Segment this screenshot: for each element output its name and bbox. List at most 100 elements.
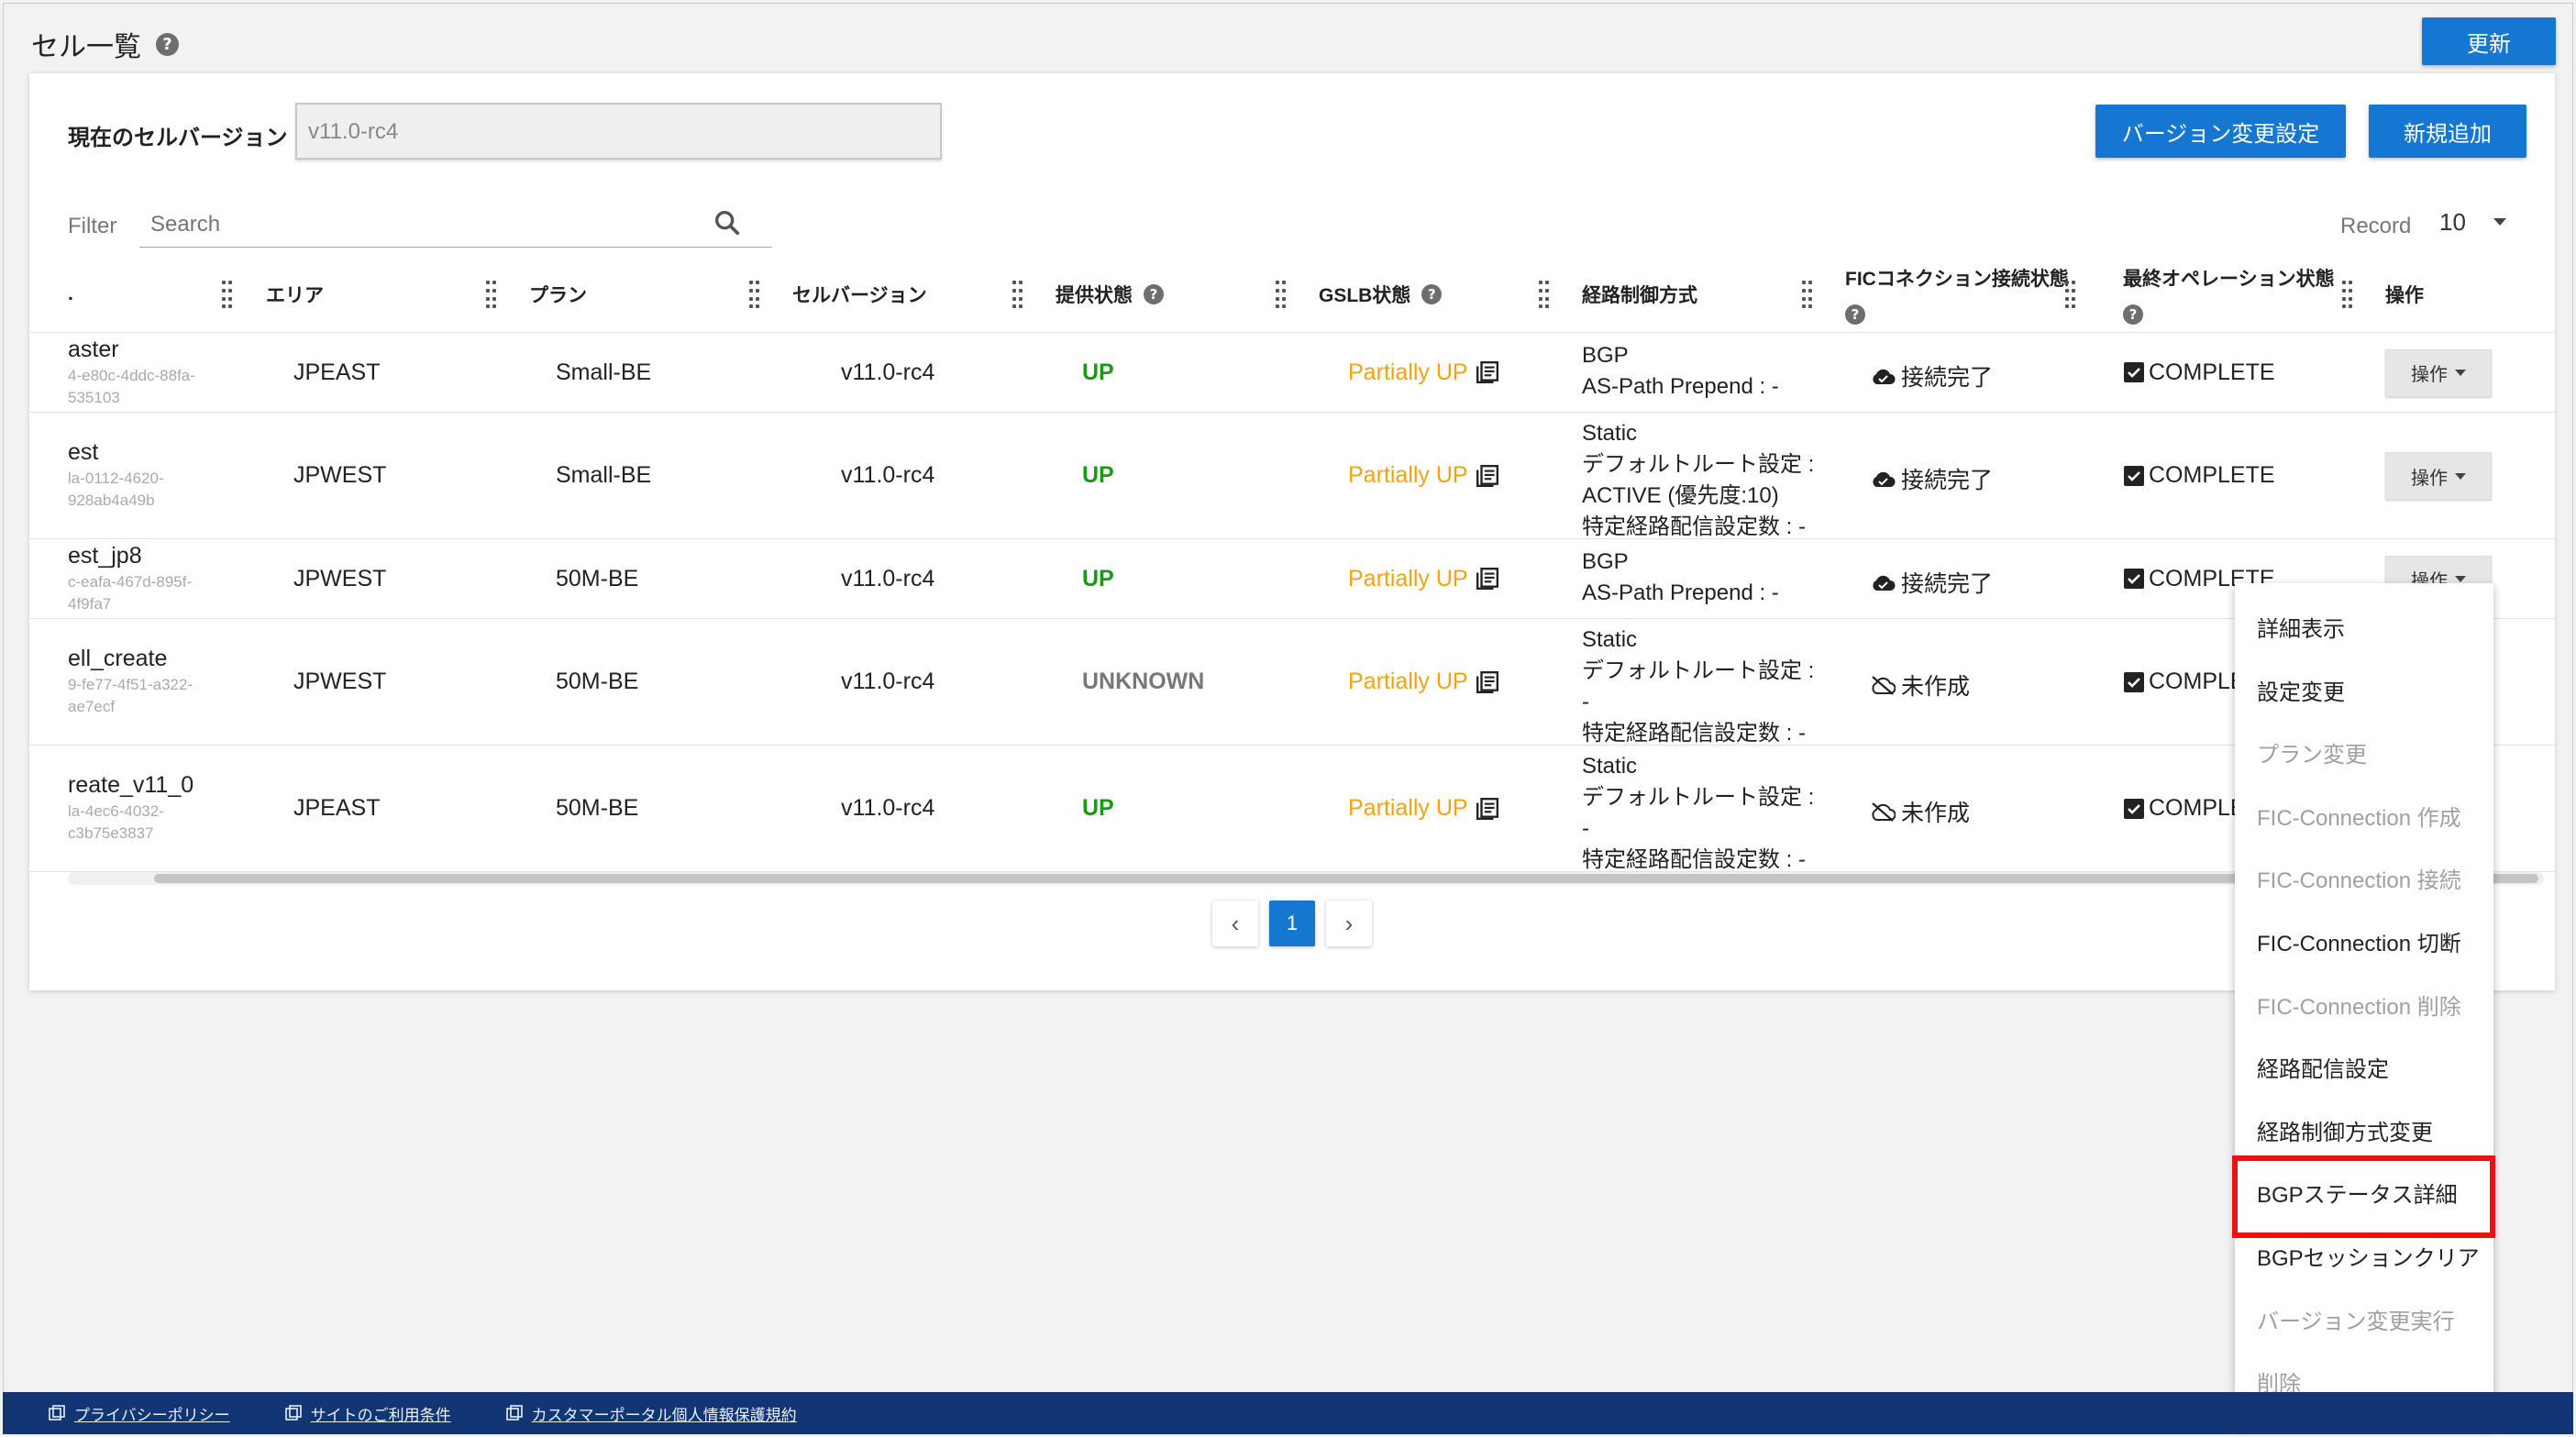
cell-version: v11.0-rc4 [841, 565, 935, 591]
cell-id-line: c3b75e3837 [68, 824, 154, 842]
column-resize-handle[interactable] [2342, 281, 2355, 308]
cell-id-line: la-4ec6-4032- [68, 802, 164, 820]
copy-list-icon[interactable] [1476, 360, 1499, 384]
cell-gslb[interactable]: Partially UP [1348, 795, 1499, 822]
column-resize-handle[interactable] [1802, 281, 1815, 308]
cell-version: v11.0-rc4 [841, 462, 935, 488]
column-resize-handle[interactable] [1276, 281, 1288, 308]
current-version-label: 現在のセルバージョン [68, 126, 288, 150]
cell-route-line: - [1582, 690, 1589, 714]
cloud-off-icon [1872, 802, 1896, 822]
cell-status: UNKNOWN [1082, 669, 1205, 694]
cell-name[interactable]: aster [68, 337, 119, 363]
col-header-version[interactable]: セルバージョン [792, 255, 927, 333]
col-header-fic[interactable]: FICコネクション接続状態? [1845, 255, 2069, 333]
footer-link-privacy[interactable]: プライバシーポリシー [49, 1402, 230, 1425]
operation-button[interactable]: 操作 [2385, 452, 2492, 500]
checkbox-checked-icon [2124, 671, 2144, 692]
footer-link-personal-info[interactable]: カスタマーポータル個人情報保護規約 [505, 1402, 797, 1425]
cell-route-line: Static [1582, 754, 1638, 779]
cell-name[interactable]: ell_create [68, 646, 167, 672]
menu-item[interactable]: 経路配信設定 [2257, 1051, 2389, 1083]
cell-version: v11.0-rc4 [841, 669, 935, 694]
cell-lastop: COMPLE [2123, 795, 2246, 822]
cell-id-line: 535103 [68, 388, 120, 406]
column-resize-handle[interactable] [486, 281, 499, 308]
next-page-button[interactable]: › [1326, 901, 1372, 946]
help-icon[interactable]: ? [1845, 304, 1865, 325]
menu-item[interactable]: 詳細表示 [2257, 611, 2345, 643]
cell-route-line: BGP [1582, 548, 1629, 574]
add-new-button[interactable]: 新規追加 [2369, 105, 2526, 158]
page-title: セル一覧 [31, 32, 141, 62]
cell-id-line: 4-e80c-4ddc-88fa- [68, 366, 195, 384]
footer-link-terms[interactable]: サイトのご利用条件 [284, 1402, 451, 1425]
record-select[interactable]: 10 [2439, 202, 2522, 242]
cell-id-line: 4f9fa7 [68, 594, 112, 613]
caret-down-icon [2455, 370, 2466, 376]
cell-name[interactable]: est [68, 439, 98, 466]
col-header-status[interactable]: 提供状態? [1056, 255, 1164, 333]
search-input[interactable] [139, 202, 772, 248]
page-1-button[interactable]: 1 [1269, 901, 1315, 946]
copy-list-icon[interactable] [1476, 567, 1499, 591]
cell-gslb[interactable]: Partially UP [1348, 462, 1499, 489]
horizontal-scrollbar[interactable] [68, 872, 2544, 885]
cell-gslb[interactable]: Partially UP [1348, 566, 1499, 592]
cell-gslb[interactable]: Partially UP [1348, 669, 1499, 695]
cloud-done-icon [1873, 471, 1896, 487]
col-header-route[interactable]: 経路制御方式 [1582, 255, 1697, 333]
prev-page-button[interactable]: ‹ [1212, 901, 1258, 946]
cell-id-line: 9-fe77-4f51-a322- [68, 676, 193, 693]
cell-status: UP [1082, 359, 1114, 385]
cell-route-line: AS-Path Prepend : - [1582, 373, 1779, 399]
menu-item[interactable]: 経路制御方式変更 [2257, 1114, 2433, 1146]
caret-down-icon [2455, 472, 2466, 480]
cell-plan: Small-BE [556, 462, 652, 488]
column-resize-handle[interactable] [222, 281, 235, 308]
chevron-down-icon [2493, 218, 2506, 226]
menu-item[interactable]: FIC-Connection 切断 [2257, 925, 2461, 957]
cell-list-card: 現在のセルバージョン v11.0-rc4 バージョン変更設定 新規追加 Filt… [29, 73, 2555, 990]
refresh-button[interactable]: 更新 [2422, 17, 2556, 65]
cell-plan: 50M-BE [556, 565, 639, 591]
cell-fic: 接続完了 [1870, 462, 1993, 495]
cloud-done-icon [1873, 369, 1896, 384]
cell-id-line: 928ab4a49b [68, 492, 155, 509]
cell-area: JPWEST [293, 669, 387, 694]
cell-plan: 50M-BE [556, 795, 639, 821]
copy-list-icon[interactable] [1476, 797, 1499, 821]
version-change-settings-button[interactable]: バージョン変更設定 [2095, 105, 2346, 158]
cell-route-line: 特定経路配信設定数 : - [1582, 514, 1806, 539]
col-header-plan[interactable]: プラン [529, 255, 587, 333]
column-resize-handle[interactable] [2065, 281, 2078, 308]
operation-button[interactable]: 操作 [2385, 348, 2492, 397]
column-resize-handle[interactable] [1539, 281, 1552, 308]
cell-route-line: Static [1582, 627, 1638, 652]
checkbox-checked-icon [2124, 798, 2144, 819]
col-header-lastop[interactable]: 最終オペレーション状態? [2123, 255, 2335, 333]
cell-gslb[interactable]: Partially UP [1348, 359, 1499, 386]
cell-route-line: デフォルトルート設定 : [1582, 785, 1815, 810]
col-header-area[interactable]: エリア [266, 255, 324, 333]
filter-label: Filter [68, 214, 117, 238]
help-icon[interactable]: ? [1144, 283, 1164, 304]
copy-list-icon[interactable] [1476, 670, 1499, 694]
column-resize-handle[interactable] [1012, 281, 1025, 308]
col-header-gslb[interactable]: GSLB状態? [1319, 255, 1443, 333]
cell-name[interactable]: est_jp8 [68, 543, 142, 569]
menu-item[interactable]: 設定変更 [2257, 674, 2345, 706]
checkbox-checked-icon [2124, 569, 2144, 589]
checkbox-checked-icon [2124, 362, 2144, 382]
help-icon[interactable]: ? [2123, 304, 2143, 325]
copy-list-icon[interactable] [1476, 464, 1499, 488]
scrollbar-thumb[interactable] [154, 874, 2538, 883]
column-resize-handle[interactable] [749, 281, 762, 308]
cell-lastop: COMPLE [2123, 669, 2246, 695]
cell-plan: 50M-BE [556, 669, 639, 694]
help-icon[interactable]: ? [1421, 283, 1443, 304]
help-icon[interactable]: ? [156, 32, 179, 56]
search-icon[interactable] [712, 207, 743, 238]
cell-name[interactable]: reate_v11_0 [68, 772, 193, 799]
menu-item[interactable]: BGPセッションクリア [2257, 1240, 2480, 1272]
